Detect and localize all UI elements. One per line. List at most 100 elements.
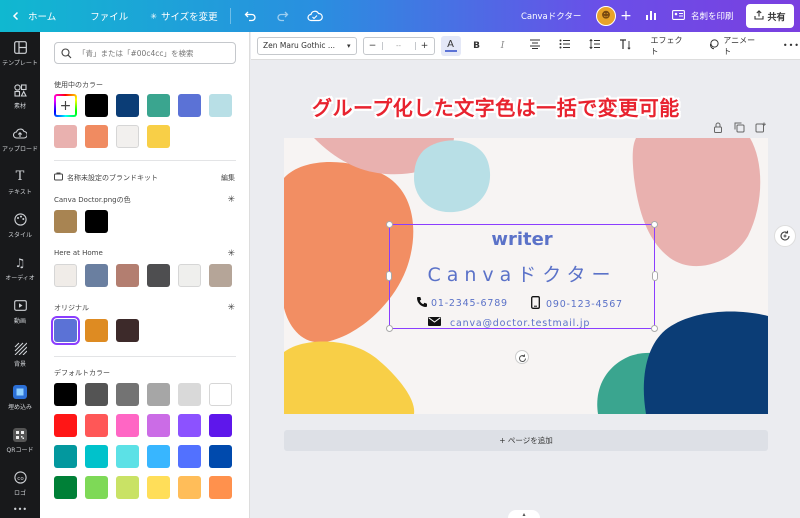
spacing-button[interactable] [585,36,605,56]
default-swatch[interactable] [178,445,201,468]
default-swatch[interactable] [178,383,201,406]
default-swatch[interactable] [209,414,232,437]
card-writer-text[interactable]: writer [389,229,655,250]
undo-button[interactable] [235,0,267,32]
default-swatch[interactable] [116,383,139,406]
animate-button[interactable]: アニメート [708,35,763,57]
effects-button[interactable]: エフェクト [651,35,691,57]
insights-button[interactable] [641,6,661,26]
list-button[interactable] [555,36,575,56]
resize-handle-top-right[interactable] [651,221,658,228]
in-use-swatch[interactable] [54,125,77,148]
original-swatch[interactable] [116,319,139,342]
share-button[interactable]: 共有 [746,4,794,28]
original-swatch[interactable] [51,316,80,345]
brand-kit-edit-link[interactable]: 編集 [221,173,235,183]
here-at-home-swatch[interactable] [178,264,201,287]
in-use-swatch[interactable] [147,125,170,148]
in-use-swatch[interactable] [147,94,170,117]
rail-item-qr[interactable]: QRコード [0,419,40,462]
add-page-icon-button[interactable] [754,121,766,133]
here-at-home-swatch[interactable] [85,264,108,287]
original-settings-icon[interactable]: ✳ [227,303,235,313]
default-swatch[interactable] [209,445,232,468]
default-swatch[interactable] [85,476,108,499]
default-swatch[interactable] [209,383,232,406]
rail-item-templates[interactable]: テンプレート [0,32,40,75]
rail-item-logo[interactable]: co ロゴ [0,462,40,505]
font-dropdown[interactable]: Zen Maru Gothic ... ▾ [257,36,357,55]
default-swatch[interactable] [116,476,139,499]
file-menu[interactable]: ファイル [82,0,136,32]
rail-item-styles[interactable]: スタイル [0,204,40,247]
size-value[interactable]: -- [381,41,416,50]
default-swatch[interactable] [54,476,77,499]
vertical-text-button[interactable] [615,36,635,56]
here-at-home-swatch[interactable] [147,264,170,287]
add-collaborator-button[interactable]: + [619,8,633,24]
color-search-input[interactable] [78,48,228,58]
default-swatch[interactable] [54,445,77,468]
document-title[interactable]: Canvaドクター [521,10,581,22]
default-swatch[interactable] [116,414,139,437]
align-button[interactable] [525,36,545,56]
here-at-home-swatch[interactable] [116,264,139,287]
default-swatch[interactable] [178,414,201,437]
rail-item-background[interactable]: 背景 [0,333,40,376]
default-swatch[interactable] [147,414,170,437]
default-swatch[interactable] [54,383,77,406]
text-color-button[interactable]: A [440,35,461,56]
color-search-box[interactable] [54,42,236,64]
default-swatch[interactable] [178,476,201,499]
add-page-button[interactable]: + ページを追加 [284,430,768,451]
in-use-swatch[interactable] [85,125,108,148]
default-swatch[interactable] [147,476,170,499]
avatar[interactable]: ☻ [596,6,616,26]
size-decrease-button[interactable]: − [364,41,382,51]
bold-button[interactable]: B [467,36,487,56]
resize-handle-bottom-right[interactable] [651,325,658,332]
resize-handle-bottom-left[interactable] [386,325,393,332]
original-swatch[interactable] [85,319,108,342]
duplicate-page-button[interactable] [733,121,745,133]
default-swatch[interactable] [209,476,232,499]
card-email[interactable]: canva@doctor.testmail.jp [428,317,590,329]
collapse-panel-handle[interactable]: ▴ [508,510,540,518]
card-mobile[interactable]: 090-123-4567 [531,296,623,312]
default-swatch[interactable] [116,445,139,468]
default-swatch[interactable] [85,383,108,406]
rail-item-audio[interactable]: ♫ オーディオ [0,247,40,290]
resize-button[interactable]: ✳ サイズを変更 [142,0,225,32]
rail-item-uploads[interactable]: アップロード [0,118,40,161]
refresh-comment-button[interactable] [774,225,796,247]
font-size-stepper[interactable]: − -- + [362,36,435,55]
default-swatch[interactable] [147,383,170,406]
cloud-save-button[interactable] [299,0,331,32]
size-increase-button[interactable]: + [416,41,434,51]
home-button[interactable]: ホーム [0,0,64,32]
lock-button[interactable] [712,121,724,133]
italic-button[interactable]: I [493,36,513,56]
rotate-handle[interactable] [515,350,529,364]
rail-item-elements[interactable]: 素材 [0,75,40,118]
in-use-swatch[interactable] [116,94,139,117]
canva-doctor-swatch[interactable] [85,210,108,233]
more-options-button[interactable]: ••• [783,41,800,50]
add-color-button[interactable]: + [54,94,77,117]
rail-item-video[interactable]: 動画 [0,290,40,333]
here-at-home-swatch[interactable] [209,264,232,287]
card-phone[interactable]: 01-2345-6789 [416,296,508,311]
in-use-swatch[interactable] [209,94,232,117]
canva-doctor-swatch[interactable] [54,210,77,233]
default-swatch[interactable] [85,414,108,437]
in-use-swatch[interactable] [178,94,201,117]
in-use-swatch[interactable] [85,94,108,117]
default-swatch[interactable] [54,414,77,437]
redo-button[interactable] [267,0,299,32]
card-brand-text[interactable]: Canvaドクター [389,260,655,287]
here-at-home-swatch[interactable] [54,264,77,287]
default-swatch[interactable] [85,445,108,468]
more-apps-icon[interactable]: ••• [0,505,40,518]
resize-handle-top-left[interactable] [386,221,393,228]
rail-item-text[interactable]: T テキスト [0,161,40,204]
